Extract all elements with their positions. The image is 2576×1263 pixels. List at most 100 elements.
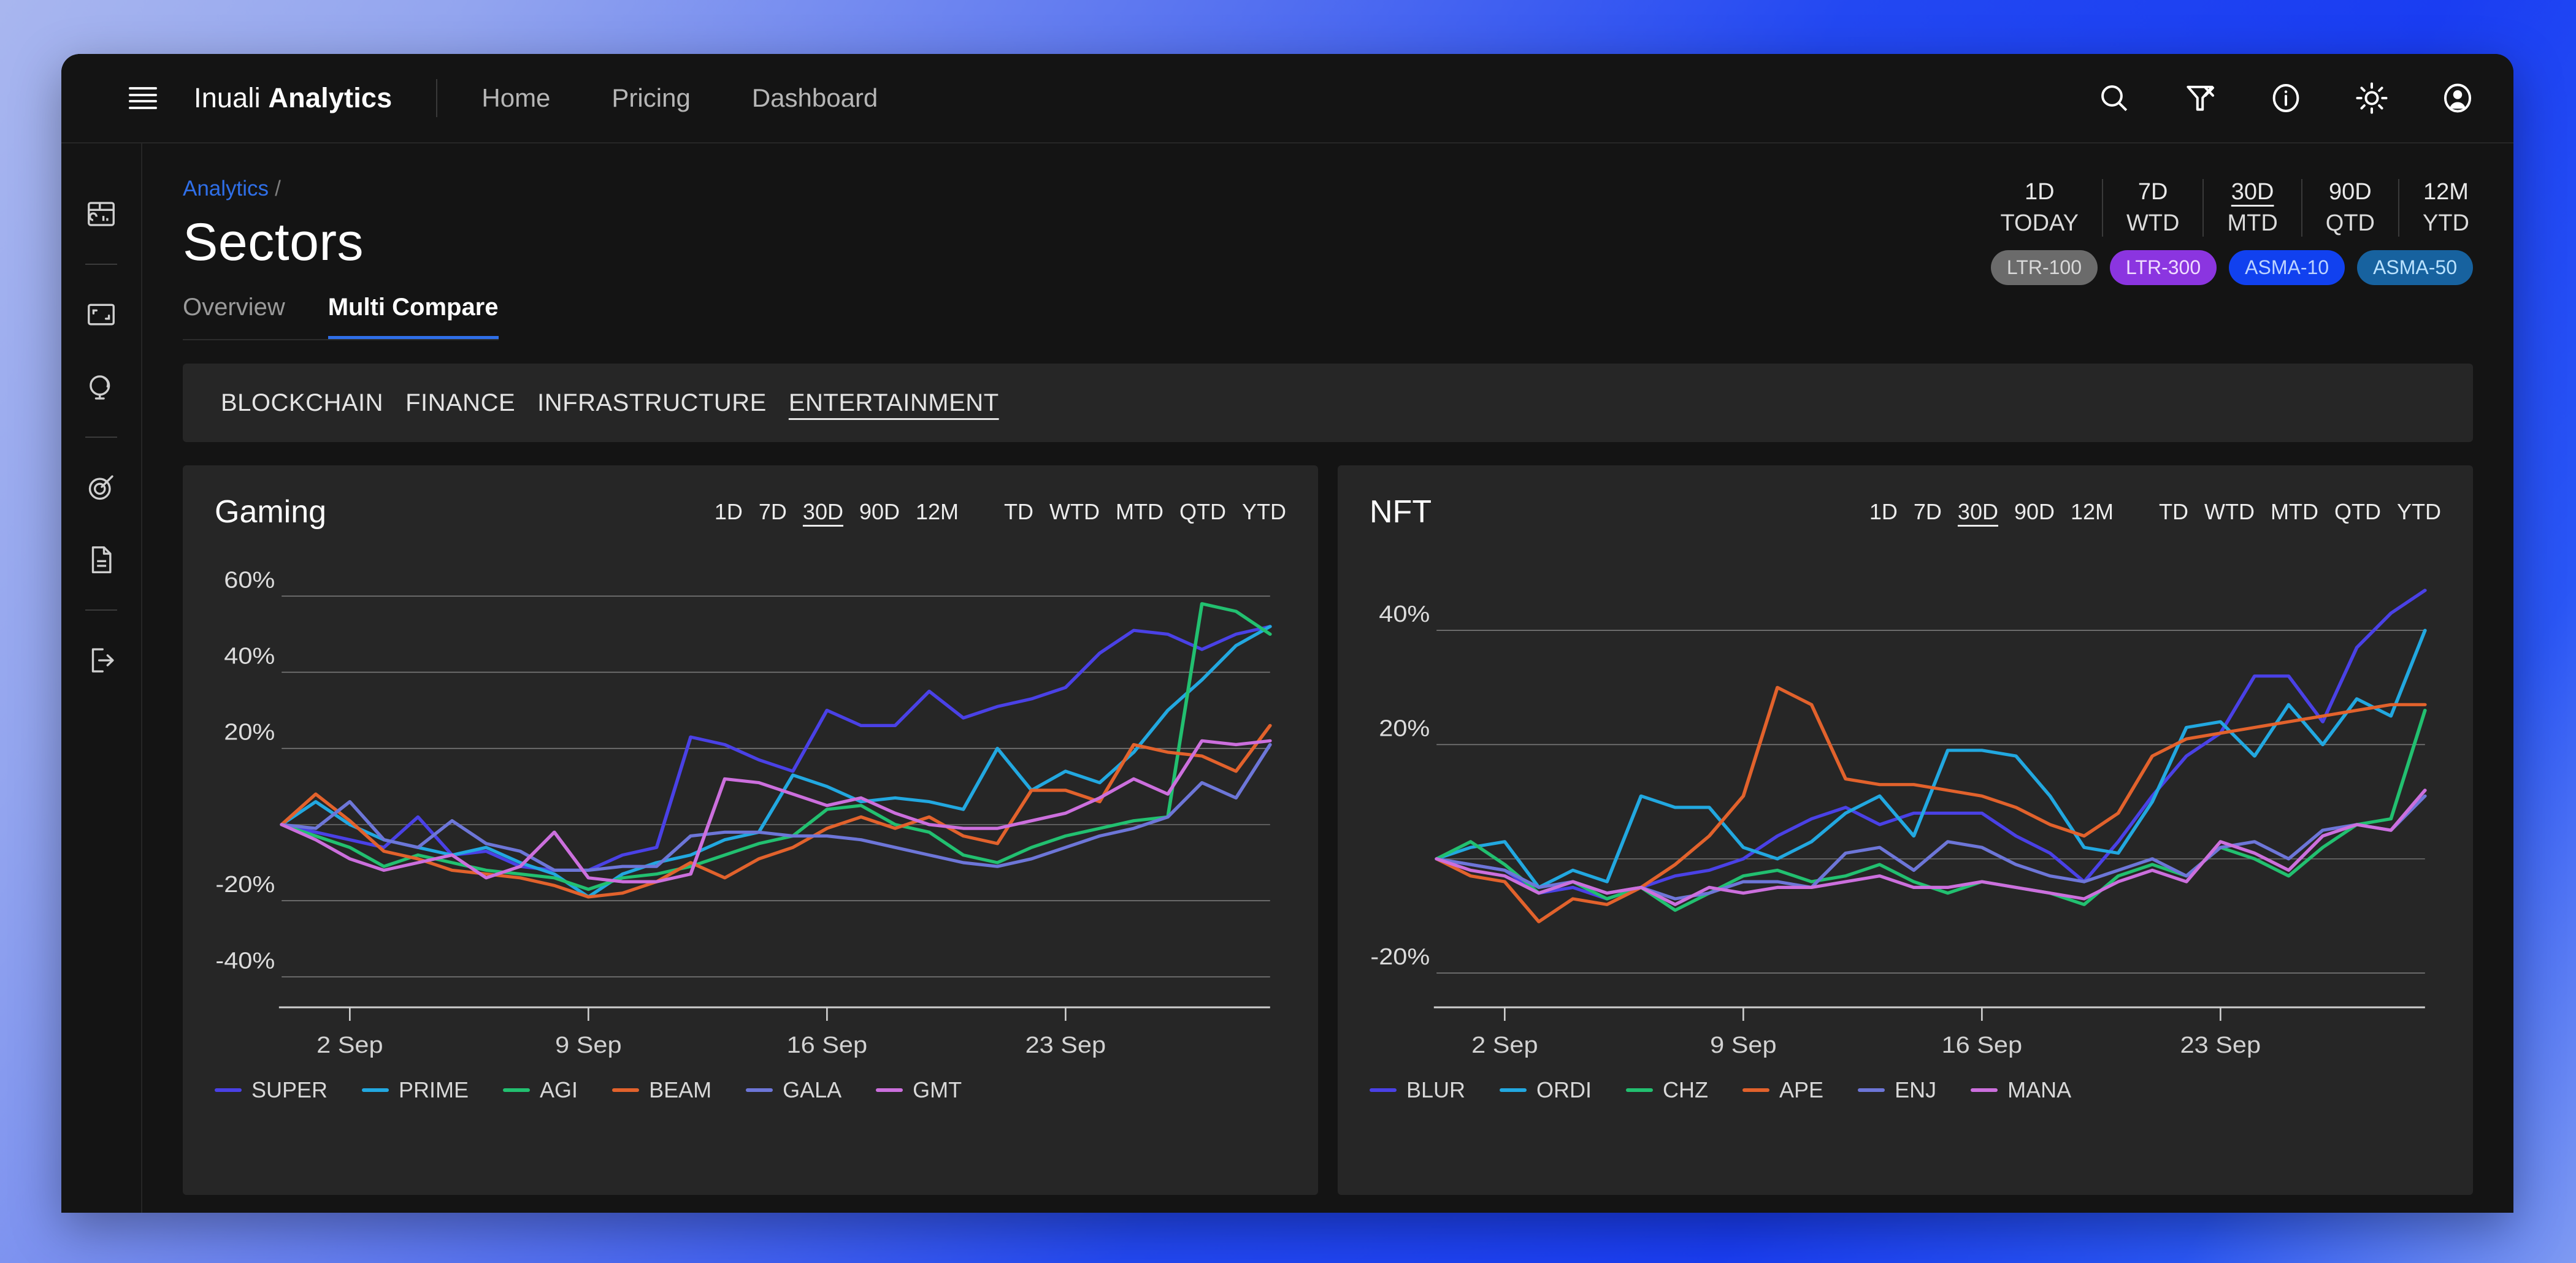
gaming-range-wtd[interactable]: WTD (1049, 499, 1100, 525)
legend-label: AGI (540, 1077, 578, 1102)
nft-range-7d[interactable]: 7D (1914, 499, 1942, 525)
search-icon[interactable] (2096, 80, 2132, 116)
nft-range-1d[interactable]: 1D (1869, 499, 1898, 525)
card-nft-header: NFT 1D 7D 30D 90D 12M TD WTD MTD QTD YTD (1370, 494, 2441, 530)
category-entertainment[interactable]: ENTERTAINMENT (789, 389, 999, 417)
y-axis-label: -20% (1370, 944, 1430, 970)
account-icon[interactable] (2440, 80, 2475, 116)
y-axis-label: 40% (1379, 601, 1430, 627)
document-icon[interactable] (81, 540, 121, 580)
series-line-beam (280, 723, 1272, 899)
hamburger-icon[interactable] (129, 87, 157, 109)
nft-range-td[interactable]: TD (2159, 499, 2188, 525)
header-divider (436, 79, 438, 117)
legend-item-gmt[interactable]: GMT (876, 1077, 962, 1103)
legend-item-beam[interactable]: BEAM (612, 1077, 711, 1103)
card-nft: NFT 1D 7D 30D 90D 12M TD WTD MTD QTD YTD… (1338, 465, 2473, 1195)
range-30d[interactable]: 30D (2227, 179, 2277, 205)
gaming-range-7d[interactable]: 7D (759, 499, 787, 525)
legend-label: GMT (913, 1077, 962, 1102)
range-7d[interactable]: 7D (2126, 179, 2180, 205)
filter-remove-icon[interactable] (2182, 80, 2218, 116)
nft-range-90d[interactable]: 90D (2014, 499, 2055, 525)
legend-label: GALA (783, 1077, 842, 1102)
legend-label: APE (1779, 1077, 1824, 1102)
nft-range-wtd[interactable]: WTD (2204, 499, 2255, 525)
legend-item-blur[interactable]: BLUR (1370, 1077, 1465, 1103)
nft-range-12m[interactable]: 12M (2071, 499, 2114, 525)
range-90d[interactable]: 90D (2326, 179, 2375, 205)
target-icon[interactable] (81, 467, 121, 508)
range-12m[interactable]: 12M (2423, 179, 2469, 205)
main-content: Analytics / Sectors Overview Multi Compar… (142, 143, 2513, 1213)
card-gaming-header: Gaming 1D 7D 30D 90D 12M TD WTD MTD QTD … (215, 494, 1286, 530)
nav-link-pricing[interactable]: Pricing (611, 83, 690, 113)
range-qtd[interactable]: QTD (2326, 210, 2375, 237)
legend-label: MANA (2007, 1077, 2072, 1102)
nft-range-mtd[interactable]: MTD (2271, 499, 2318, 525)
info-icon[interactable] (2268, 80, 2304, 116)
legend-label: SUPER (251, 1077, 328, 1102)
gaming-range-mtd[interactable]: MTD (1116, 499, 1163, 525)
sun-icon[interactable] (2354, 80, 2390, 116)
nft-range-qtd[interactable]: QTD (2334, 499, 2381, 525)
legend-item-ordi[interactable]: ORDI (1500, 1077, 1592, 1103)
nft-legend: BLUR ORDI CHZ APE ENJ MANA (1370, 1077, 2441, 1103)
dashboard-layout-icon[interactable] (81, 194, 121, 234)
nft-range-30d[interactable]: 30D (1958, 499, 1998, 525)
legend-swatch (215, 1088, 242, 1092)
x-axis-label: 23 Sep (1025, 1032, 1106, 1058)
globe-icon[interactable] (81, 367, 121, 407)
page-tabs: Overview Multi Compare (183, 294, 499, 340)
series-line-mana (1435, 788, 2427, 906)
legend-item-enj[interactable]: ENJ (1858, 1077, 1936, 1103)
range-column-30d: 30D MTD (2204, 179, 2302, 237)
range-1d[interactable]: 1D (2001, 179, 2079, 205)
range-mtd[interactable]: MTD (2227, 210, 2277, 237)
sidebar-divider-2 (85, 437, 117, 438)
legend-item-super[interactable]: SUPER (215, 1077, 328, 1103)
legend-item-mana[interactable]: MANA (1971, 1077, 2071, 1103)
nft-chart: 40% 20% -20% 2 Sep 9 Sep 16 Sep 23 Sep (1370, 565, 2441, 1074)
legend-swatch (362, 1088, 389, 1092)
header-left: Analytics / Sectors Overview Multi Compar… (183, 177, 499, 340)
nav-link-home[interactable]: Home (481, 83, 550, 113)
tab-multi-compare[interactable]: Multi Compare (328, 294, 499, 339)
badge-ltr-100[interactable]: LTR-100 (1990, 250, 2098, 285)
series-line-agi (280, 602, 1272, 891)
gaming-range-12m[interactable]: 12M (916, 499, 959, 525)
gaming-range-1d[interactable]: 1D (715, 499, 743, 525)
gaming-range-td[interactable]: TD (1004, 499, 1033, 525)
gaming-range-90d[interactable]: 90D (859, 499, 900, 525)
topbar-icon-group (2096, 80, 2475, 116)
legend-item-ape[interactable]: APE (1742, 1077, 1823, 1103)
gaming-range-ytd[interactable]: YTD (1242, 499, 1286, 525)
legend-swatch (876, 1088, 903, 1092)
logout-icon[interactable] (81, 640, 121, 681)
badge-asma-10[interactable]: ASMA-10 (2229, 250, 2345, 285)
card-gaming: Gaming 1D 7D 30D 90D 12M TD WTD MTD QTD … (183, 465, 1318, 1195)
gaming-range-qtd[interactable]: QTD (1179, 499, 1226, 525)
legend-label: BLUR (1406, 1077, 1466, 1102)
range-today[interactable]: TODAY (2001, 210, 2079, 237)
breadcrumb-analytics[interactable]: Analytics (183, 177, 269, 200)
legend-item-agi[interactable]: AGI (503, 1077, 578, 1103)
legend-item-gala[interactable]: GALA (746, 1077, 841, 1103)
legend-item-chz[interactable]: CHZ (1626, 1077, 1708, 1103)
category-infrastructure[interactable]: INFRASTRUCTURE (537, 389, 767, 417)
nft-range-ytd[interactable]: YTD (2397, 499, 2441, 525)
category-blockchain[interactable]: BLOCKCHAIN (221, 389, 383, 417)
legend-swatch (746, 1088, 773, 1092)
nav-link-dashboard[interactable]: Dashboard (752, 83, 878, 113)
badge-asma-50[interactable]: ASMA-50 (2357, 250, 2473, 285)
badge-ltr-300[interactable]: LTR-300 (2110, 250, 2217, 285)
range-wtd[interactable]: WTD (2126, 210, 2180, 237)
global-range-selector: 1D TODAY 7D WTD 30D MTD 90D QTD 12M YTD … (1977, 177, 2473, 285)
expand-icon[interactable] (81, 294, 121, 335)
range-ytd[interactable]: YTD (2423, 210, 2469, 237)
gaming-range-30d[interactable]: 30D (803, 499, 843, 525)
sidebar-divider-3 (85, 609, 117, 611)
category-finance[interactable]: FINANCE (405, 389, 515, 417)
legend-item-prime[interactable]: PRIME (362, 1077, 469, 1103)
tab-overview[interactable]: Overview (183, 294, 285, 339)
